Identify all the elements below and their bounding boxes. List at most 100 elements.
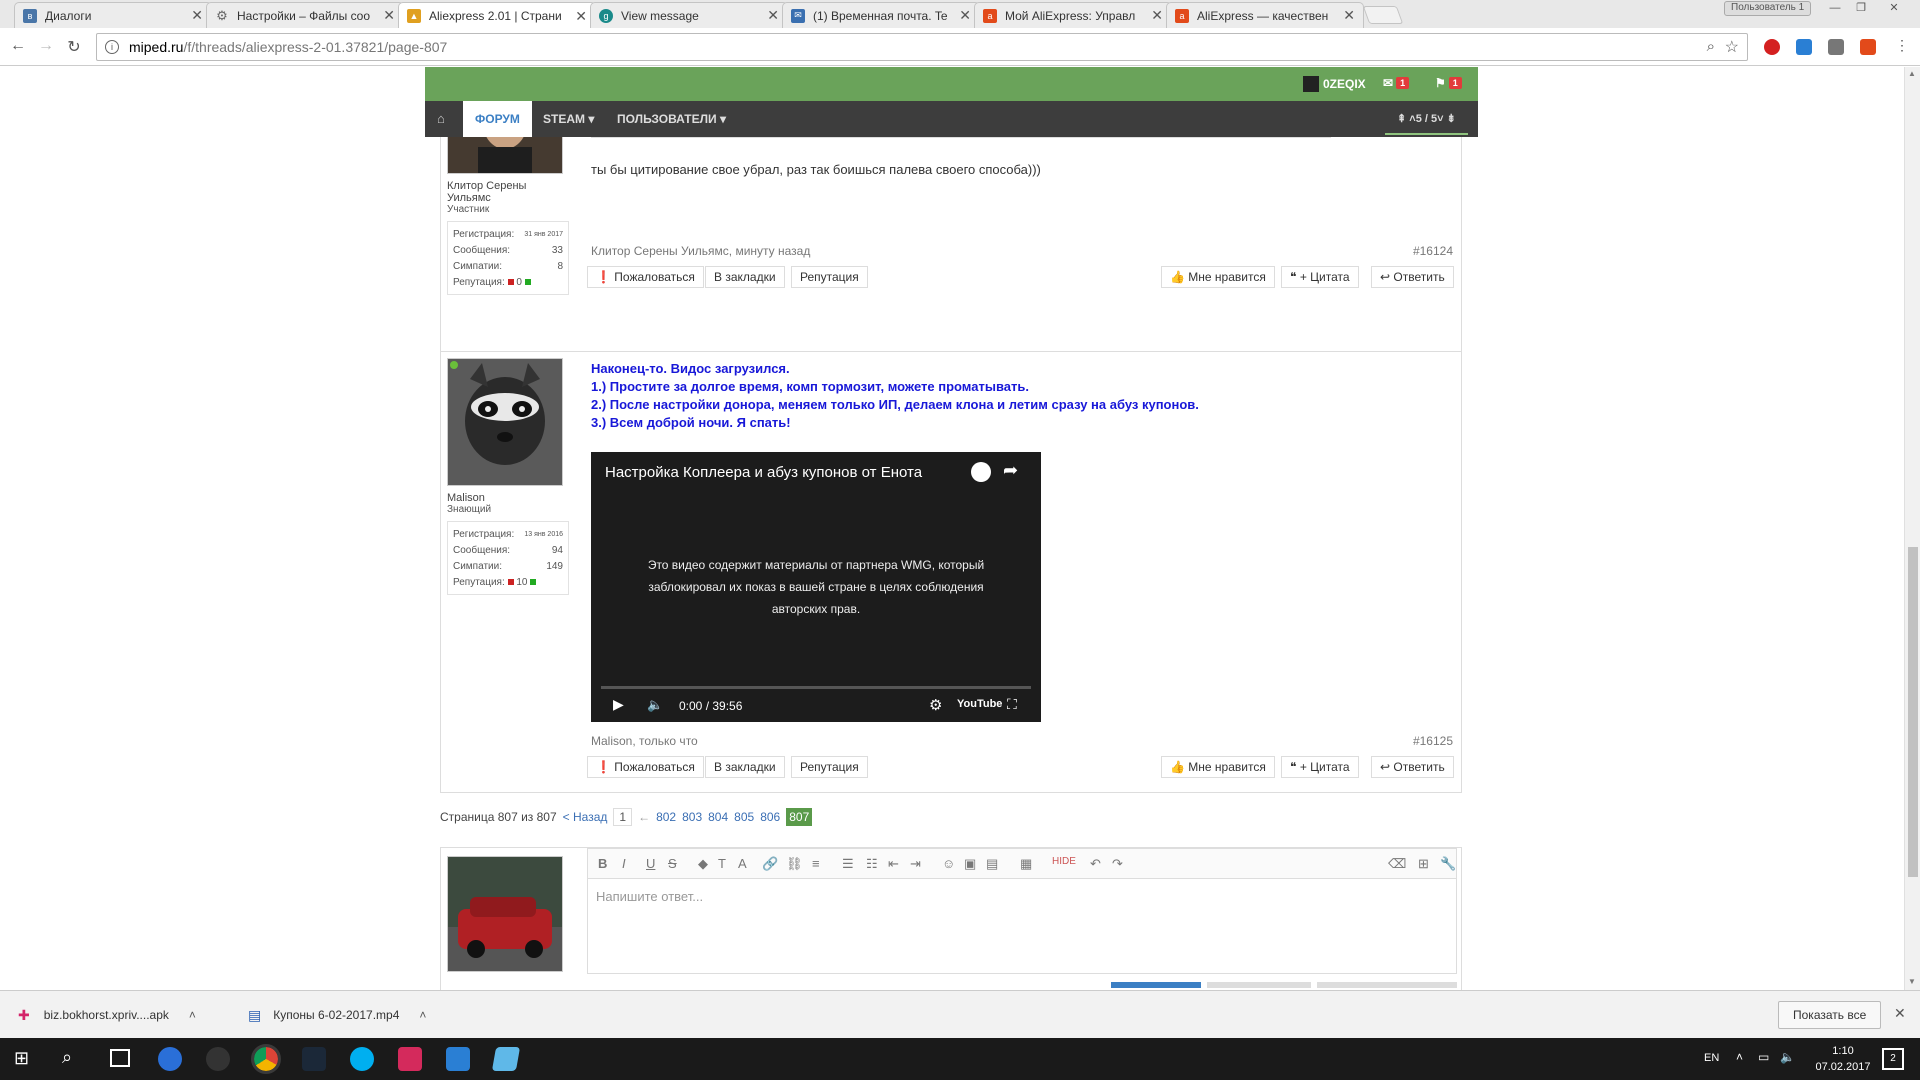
back-icon[interactable]: ←: [8, 37, 28, 55]
redo-icon[interactable]: ↷: [1112, 856, 1123, 872]
prev-page-link[interactable]: < Назад: [563, 810, 608, 824]
chevron-up-icon[interactable]: ˄: [419, 1008, 426, 1022]
settings-icon[interactable]: ⚙: [929, 696, 942, 714]
input-language[interactable]: EN: [1704, 1052, 1719, 1064]
tab-aliexpress-quality[interactable]: a AliExpress — качествен ✕: [1166, 2, 1364, 28]
minimize-icon[interactable]: —: [1822, 0, 1848, 18]
close-tab-icon[interactable]: ✕: [1343, 7, 1355, 24]
more-options-button[interactable]: [1317, 982, 1457, 988]
close-tab-icon[interactable]: ✕: [767, 7, 779, 24]
close-window-icon[interactable]: ✕: [1874, 0, 1914, 18]
scrollbar-thumb[interactable]: [1908, 547, 1918, 877]
tab-aliexpress-thread[interactable]: ▲ Aliexpress 2.01 | Страни ✕: [398, 2, 596, 29]
volume-icon[interactable]: 🔈: [647, 697, 663, 713]
search-icon[interactable]: ⌕: [62, 1047, 72, 1068]
play-icon[interactable]: ▶: [613, 696, 624, 713]
avatar[interactable]: [447, 358, 563, 486]
clock[interactable]: 1:10 07.02.2017: [1808, 1043, 1878, 1075]
post-number[interactable]: #16124: [1413, 244, 1453, 258]
like-button[interactable]: 👍 Мне нравится: [1161, 756, 1275, 778]
bullet-list-icon[interactable]: ☰: [842, 856, 854, 872]
outdent-icon[interactable]: ⇤: [888, 856, 899, 872]
bookmark-button[interactable]: В закладки: [705, 756, 785, 778]
nav-forum[interactable]: ФОРУМ: [463, 101, 532, 137]
download-item-apk[interactable]: ✚ biz.bokhorst.xpriv....apk ˄: [18, 991, 196, 1039]
undo-icon[interactable]: ↶: [1090, 856, 1101, 872]
reply-textarea[interactable]: Напишите ответ...: [587, 878, 1457, 974]
page-scrollbar[interactable]: ▲ ▼: [1904, 67, 1920, 990]
extension-icon[interactable]: [1828, 39, 1844, 55]
reply-button[interactable]: ↩ Ответить: [1371, 756, 1454, 778]
new-tab-button[interactable]: [1362, 6, 1404, 24]
image-icon[interactable]: ▣: [964, 856, 976, 872]
tab-my-aliexpress[interactable]: a Мой AliExpress: Управл ✕: [974, 2, 1172, 28]
page-jump[interactable]: ⇞ ˄5 / 5˅ ⇟: [1385, 101, 1468, 135]
indent-icon[interactable]: ⇥: [910, 856, 921, 872]
page-link[interactable]: 806: [760, 810, 780, 824]
share-icon[interactable]: ➦: [1003, 460, 1018, 481]
user-menu[interactable]: 0ZEQIX: [1303, 76, 1366, 92]
strikethrough-icon[interactable]: S: [668, 856, 677, 871]
post-username[interactable]: Malison: [447, 492, 569, 504]
page-link[interactable]: 805: [734, 810, 754, 824]
page-ellipsis[interactable]: ←: [638, 810, 650, 824]
post-meta[interactable]: Клитор Серены Уильямс, минуту назад: [591, 244, 810, 258]
double-up-icon[interactable]: ⇞: [1397, 113, 1406, 125]
info-icon[interactable]: i: [105, 40, 119, 54]
align-icon[interactable]: ≡: [812, 856, 820, 871]
address-bar[interactable]: i miped.ru/f/threads/aliexpress-2-01.378…: [96, 33, 1748, 61]
skype-icon[interactable]: [350, 1047, 374, 1071]
upload-button[interactable]: [1207, 982, 1311, 988]
eraser-icon[interactable]: ⌫: [1388, 856, 1406, 872]
tab-settings[interactable]: ⚙ Настройки – Файлы coo ✕: [206, 2, 404, 28]
home-icon[interactable]: ⌂: [425, 101, 457, 137]
color-drop-icon[interactable]: ◆: [698, 856, 708, 872]
inbox-button[interactable]: ✉ 1: [1383, 76, 1410, 90]
post-number[interactable]: #16125: [1413, 734, 1453, 748]
bug-app-icon[interactable]: [398, 1047, 422, 1071]
page-link[interactable]: 804: [708, 810, 728, 824]
save-icon[interactable]: ▦: [1020, 856, 1032, 872]
speaker-icon[interactable]: 🔈: [1780, 1050, 1795, 1064]
tab-view-message[interactable]: g View message ✕: [590, 2, 788, 28]
reputation-button[interactable]: Репутация: [791, 756, 868, 778]
close-downloads-icon[interactable]: ✕: [1894, 1005, 1906, 1022]
unlink-icon[interactable]: ⛓: [786, 856, 803, 872]
fullscreen-icon[interactable]: ⛶: [1007, 696, 1017, 713]
adblock-icon[interactable]: [1764, 39, 1780, 55]
watch-later-icon[interactable]: [971, 462, 991, 482]
numbered-list-icon[interactable]: ☷: [866, 856, 878, 872]
page-link-1[interactable]: 1: [613, 808, 633, 826]
notepad-icon[interactable]: [491, 1047, 521, 1071]
post-meta[interactable]: Malison, только что: [591, 734, 698, 748]
wrench-icon[interactable]: 🔧: [1440, 856, 1456, 872]
font-size-icon[interactable]: T: [718, 856, 726, 871]
close-tab-icon[interactable]: ✕: [191, 7, 203, 24]
network-icon[interactable]: ▭: [1758, 1050, 1769, 1064]
page-link[interactable]: 803: [682, 810, 702, 824]
reload-icon[interactable]: ↻: [64, 37, 84, 57]
media-icon[interactable]: ▤: [986, 856, 998, 872]
shield-icon[interactable]: [446, 1047, 470, 1071]
tray-chevron-icon[interactable]: ˄: [1736, 1050, 1743, 1064]
nav-steam[interactable]: STEAM ▾: [531, 101, 606, 137]
task-view-icon[interactable]: [110, 1049, 130, 1067]
forward-icon[interactable]: →: [36, 37, 56, 55]
stream-app-icon[interactable]: [206, 1047, 230, 1071]
steam-icon[interactable]: [302, 1047, 326, 1071]
tab-temp-mail[interactable]: ✉ (1) Временная почта. Te ✕: [782, 2, 980, 28]
show-all-downloads-button[interactable]: Показать все: [1778, 1001, 1882, 1029]
italic-icon[interactable]: I: [622, 856, 626, 871]
report-button[interactable]: ❗ Пожаловаться: [587, 266, 704, 288]
close-tab-icon[interactable]: ✕: [959, 7, 971, 24]
underline-icon[interactable]: U: [646, 856, 655, 871]
star-icon[interactable]: ☆: [1725, 37, 1739, 57]
video-title[interactable]: Настройка Коплеера и абуз купонов от Ено…: [605, 464, 922, 481]
chevron-up-icon[interactable]: ˄: [189, 1008, 196, 1022]
youtube-logo[interactable]: YouTube: [957, 698, 1002, 710]
tab-dialogs[interactable]: в Диалоги ✕: [14, 2, 212, 28]
smiley-icon[interactable]: ☺: [942, 856, 955, 871]
restore-icon[interactable]: ❐: [1848, 0, 1874, 18]
font-icon[interactable]: A: [738, 856, 747, 871]
nav-users[interactable]: ПОЛЬЗОВАТЕЛИ ▾: [605, 101, 738, 137]
